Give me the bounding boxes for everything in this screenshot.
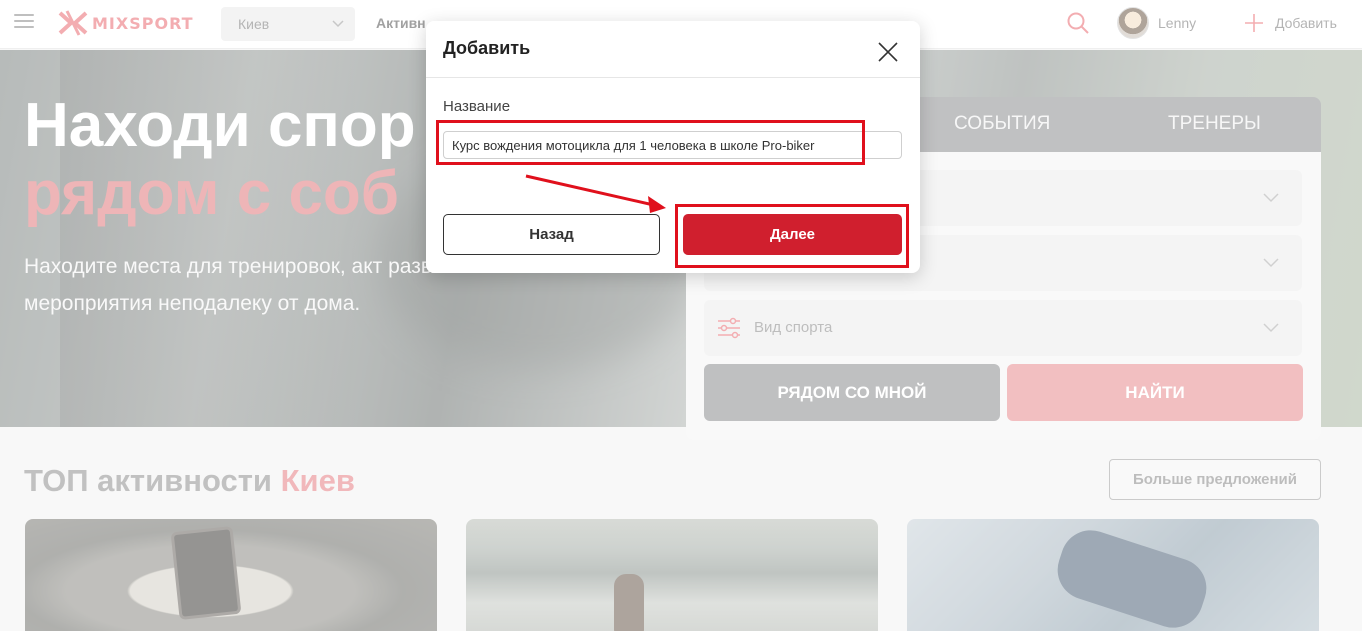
close-icon[interactable] xyxy=(877,41,899,63)
arrow-icon xyxy=(525,174,666,213)
next-button-highlight-box xyxy=(675,204,909,268)
name-field-label: Название xyxy=(443,98,511,115)
modal-divider xyxy=(426,77,920,78)
back-button[interactable]: Назад xyxy=(443,214,660,255)
modal-title: Добавить xyxy=(443,38,531,58)
input-highlight-box xyxy=(436,120,865,165)
